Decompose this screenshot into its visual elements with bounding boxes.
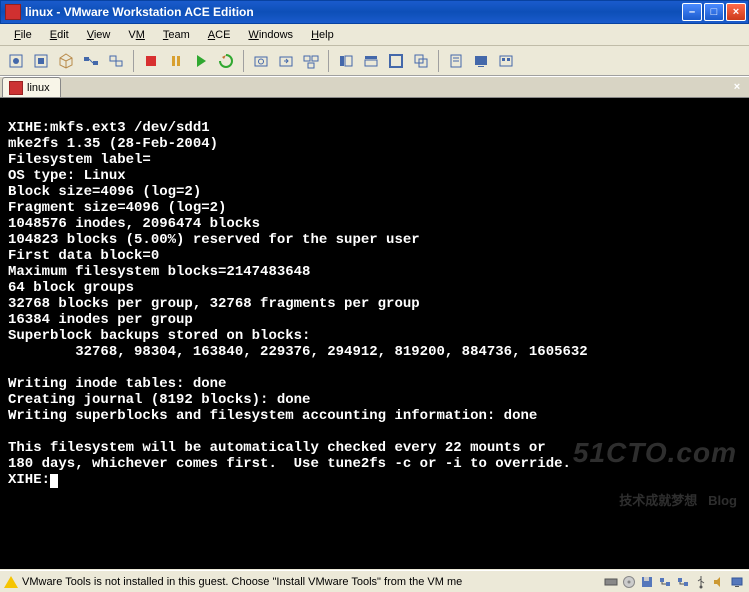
- status-bar: VMware Tools is not installed in this gu…: [0, 570, 749, 592]
- menu-view[interactable]: View: [79, 27, 119, 43]
- app-icon: [5, 4, 21, 20]
- menu-ace[interactable]: ACE: [200, 27, 239, 43]
- terminal-output: XIHE:mkfs.ext3 /dev/sdd1 mke2fs 1.35 (28…: [8, 104, 741, 472]
- unity-icon[interactable]: [409, 49, 433, 73]
- tab-bar: linux ×: [0, 76, 749, 98]
- snapshot-manager-icon[interactable]: [299, 49, 323, 73]
- tab-vm-icon: [9, 81, 23, 95]
- tray-sound-icon[interactable]: [711, 574, 727, 590]
- status-tray: [603, 574, 745, 590]
- menu-bar: File Edit View VM Team ACE Windows Help: [0, 24, 749, 46]
- menu-windows[interactable]: Windows: [240, 27, 301, 43]
- minimize-button[interactable]: –: [682, 3, 702, 21]
- summary-icon[interactable]: [444, 49, 468, 73]
- tray-network-icon[interactable]: [657, 574, 673, 590]
- menu-file[interactable]: File: [6, 27, 40, 43]
- watermark-line2: 技术成就梦想 Blog: [573, 493, 737, 509]
- tab-linux[interactable]: linux: [2, 77, 61, 97]
- toolbar-box-icon[interactable]: [54, 49, 78, 73]
- menu-edit[interactable]: Edit: [42, 27, 77, 43]
- tray-harddisk-icon[interactable]: [603, 574, 619, 590]
- tray-network2-icon[interactable]: [675, 574, 691, 590]
- toolbar-separator: [438, 50, 439, 72]
- stop-button[interactable]: [139, 49, 163, 73]
- reset-button[interactable]: [214, 49, 238, 73]
- toolbar-power-on-icon[interactable]: [4, 49, 28, 73]
- appliance-icon[interactable]: [494, 49, 518, 73]
- toolbar-devices-icon[interactable]: [104, 49, 128, 73]
- toolbar-power-icon[interactable]: [29, 49, 53, 73]
- snapshot-icon[interactable]: [249, 49, 273, 73]
- tray-floppy-icon[interactable]: [639, 574, 655, 590]
- toolbar-connect-icon[interactable]: [79, 49, 103, 73]
- tray-usb-icon[interactable]: [693, 574, 709, 590]
- menu-vm[interactable]: VM: [120, 27, 153, 43]
- maximize-button[interactable]: □: [704, 3, 724, 21]
- tray-display-icon[interactable]: [729, 574, 745, 590]
- tray-cd-icon[interactable]: [621, 574, 637, 590]
- status-message: VMware Tools is not installed in this gu…: [22, 576, 462, 588]
- play-button[interactable]: [189, 49, 213, 73]
- warning-icon: [4, 576, 18, 588]
- menu-team[interactable]: Team: [155, 27, 198, 43]
- terminal-console[interactable]: XIHE:mkfs.ext3 /dev/sdd1 mke2fs 1.35 (28…: [0, 98, 749, 569]
- pause-button[interactable]: [164, 49, 188, 73]
- tab-label: linux: [27, 82, 50, 94]
- toolbar-separator: [243, 50, 244, 72]
- tab-close-button[interactable]: ×: [727, 77, 747, 97]
- fullscreen-icon[interactable]: [384, 49, 408, 73]
- toolbar: [0, 46, 749, 76]
- snapshot-revert-icon[interactable]: [274, 49, 298, 73]
- window-controls: – □ ×: [682, 3, 746, 21]
- window-title: linux - VMware Workstation ACE Edition: [25, 5, 682, 19]
- terminal-prompt: XIHE:: [8, 472, 50, 488]
- terminal-cursor: [50, 474, 58, 488]
- console-icon[interactable]: [469, 49, 493, 73]
- sidebar-toggle-icon[interactable]: [334, 49, 358, 73]
- quickswitch-icon[interactable]: [359, 49, 383, 73]
- toolbar-separator: [133, 50, 134, 72]
- toolbar-separator: [328, 50, 329, 72]
- window-titlebar: linux - VMware Workstation ACE Edition –…: [0, 0, 749, 24]
- menu-help[interactable]: Help: [303, 27, 342, 43]
- close-button[interactable]: ×: [726, 3, 746, 21]
